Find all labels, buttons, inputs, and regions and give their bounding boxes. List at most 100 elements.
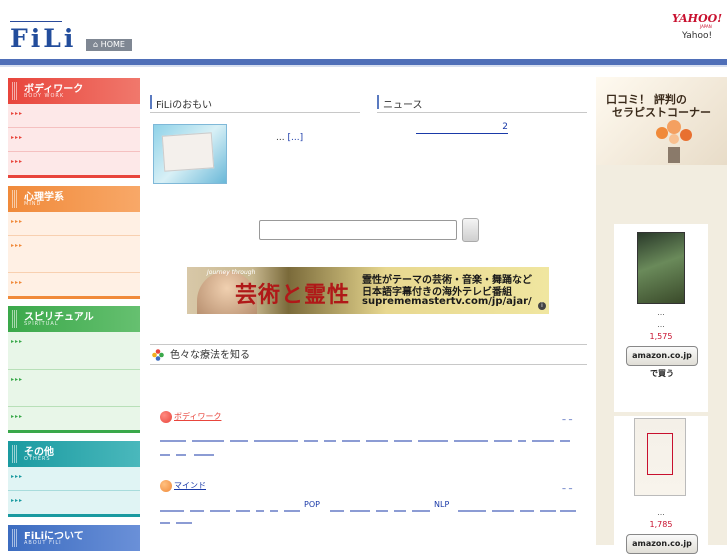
book-price-2: 1,785 xyxy=(649,520,673,529)
heading-bar xyxy=(150,95,152,109)
nav-item-others-2[interactable]: ▸▸▸ xyxy=(8,491,140,514)
home-icon: ⌂ xyxy=(93,40,99,49)
nav-head-sub: BODY WORK xyxy=(24,93,65,99)
nav-head-sub: SPIRITUAL xyxy=(24,321,59,327)
therapist-corner-banner[interactable]: 口コミ！ 評判の セラピストコーナー xyxy=(596,77,727,165)
nav-head-about[interactable]: FiLiについて ABOUT FILI xyxy=(8,525,140,551)
omoi-heading: FiLiのおもい xyxy=(150,95,360,111)
book-title-1[interactable]: ... xyxy=(614,308,708,317)
nav-item-spiritual-2[interactable]: ▸▸▸ xyxy=(8,370,140,406)
nav-arrow: ▸▸▸ xyxy=(11,158,24,165)
category-label: ボディワーク xyxy=(174,412,222,421)
nav-arrow: ▸▸▸ xyxy=(11,497,24,504)
banner-headline: 芸術と霊性 xyxy=(235,283,351,308)
banner-tag: Journey through xyxy=(207,269,256,276)
nav-item-mind-1[interactable]: ▸▸▸ xyxy=(8,212,140,235)
nav-head-others[interactable]: その他 OTHERS xyxy=(8,441,140,467)
logo-rule xyxy=(10,21,62,22)
nav-arrow: ▸▸▸ xyxy=(11,218,24,225)
book-card-2: ... 1,785 amazon.co.jp xyxy=(614,416,708,554)
yahoo-logo[interactable]: YAHOO! xyxy=(672,13,722,24)
nav-head-body-work[interactable]: ボディワーク BODY WORK xyxy=(8,78,140,104)
nav-head-sub: OTHERS xyxy=(24,456,51,462)
nav-arrow: ▸▸▸ xyxy=(11,134,24,141)
nav-head-sub: MIND xyxy=(24,201,42,207)
circle-icon xyxy=(160,411,172,423)
book-cover-2[interactable] xyxy=(634,418,686,496)
category-more-link[interactable]: – – xyxy=(562,484,573,493)
nav-head-mind[interactable]: 心理学系 MIND xyxy=(8,186,140,212)
heading-rule xyxy=(150,112,360,113)
nav-item-body-work-3[interactable]: ▸▸▸ xyxy=(8,152,140,175)
heading-bar xyxy=(377,95,379,109)
grip-icon xyxy=(12,529,18,547)
nav-arrow: ▸▸▸ xyxy=(11,338,24,345)
yahoo-link[interactable]: Yahoo! xyxy=(682,31,712,41)
nav-item-body-work-1[interactable]: ▸▸▸ xyxy=(8,104,140,127)
nav-item-spiritual-3[interactable]: ▸▸▸ xyxy=(8,407,140,430)
site-logo[interactable]: FiLi xyxy=(10,25,76,53)
omoi-thumbnail-card xyxy=(161,132,215,172)
omoi-title: FiLiのおもい xyxy=(156,100,212,111)
book-card-1: ... ... 1,575 amazon.co.jp で買う xyxy=(614,224,708,412)
grip-icon xyxy=(12,82,18,100)
nav-arrow: ▸▸▸ xyxy=(11,413,24,420)
ad-banner[interactable]: Journey through 芸術と霊性 霊性がテーマの芸術・音楽・舞踊など … xyxy=(187,267,549,314)
header-bar-shadow xyxy=(0,65,727,67)
divider xyxy=(8,514,140,517)
news-title: ニュース xyxy=(383,100,423,111)
nav-arrow: ▸▸▸ xyxy=(11,242,24,249)
amazon-buy-button-2[interactable]: amazon.co.jp xyxy=(626,534,698,554)
divider xyxy=(8,175,140,178)
tag-link-underlines[interactable] xyxy=(160,500,580,526)
tag-link-list-mind: POP NLP xyxy=(160,500,580,526)
grip-icon xyxy=(12,310,18,328)
category-label: マインド xyxy=(174,481,206,490)
banner-url: suprememastertv.com/jp/ajar/ xyxy=(362,296,532,307)
book-cover-title-frame xyxy=(647,433,673,475)
nav-arrow: ▸▸▸ xyxy=(11,473,24,480)
nav-item-others-1[interactable]: ▸▸▸ xyxy=(8,467,140,490)
nav-item-mind-3[interactable]: ▸▸▸ xyxy=(8,273,140,296)
flower-vase-icon xyxy=(656,120,692,163)
nav-item-mind-2[interactable]: ▸▸▸ xyxy=(8,236,140,272)
therapy-rule-top xyxy=(150,344,587,345)
book-cover-1[interactable] xyxy=(637,232,685,304)
nav-item-spiritual-1[interactable]: ▸▸▸ xyxy=(8,332,140,369)
info-icon[interactable]: i xyxy=(538,302,546,310)
grip-icon xyxy=(12,445,18,463)
category-more-link[interactable]: – – xyxy=(562,415,573,424)
nav-arrow: ▸▸▸ xyxy=(11,279,24,286)
more-prefix: ... xyxy=(276,133,285,143)
book-title-2[interactable]: ... xyxy=(614,508,708,517)
tag-link-nlp[interactable]: NLP xyxy=(434,500,449,509)
home-button[interactable]: ⌂ HOME xyxy=(86,39,132,51)
news-link[interactable]: 2 xyxy=(416,122,508,134)
nav-arrow: ▸▸▸ xyxy=(11,110,24,117)
divider xyxy=(8,296,140,299)
nav-head-spiritual[interactable]: スピリチュアル SPIRITUAL xyxy=(8,306,140,332)
book-author-1: ... xyxy=(657,320,665,329)
heading-rule xyxy=(377,112,587,113)
news-heading: ニュース xyxy=(377,95,587,111)
home-button-label: HOME xyxy=(100,40,125,49)
omoi-more: ... [...] xyxy=(276,133,303,143)
circle-icon xyxy=(160,480,172,492)
tag-link-list-body-work xyxy=(160,432,576,458)
book-price-1: 1,575 xyxy=(649,332,673,341)
therapist-line-2: セラピストコーナー xyxy=(612,106,711,119)
search-button[interactable] xyxy=(462,218,479,242)
flower-icon xyxy=(152,349,164,361)
yahoo-logo-sub: JAPAN xyxy=(700,24,712,29)
nav-head-sub: ABOUT FILI xyxy=(24,540,62,546)
divider xyxy=(8,430,140,433)
search-input[interactable] xyxy=(259,220,457,240)
more-link[interactable]: [...] xyxy=(287,133,303,143)
nav-item-body-work-2[interactable]: ▸▸▸ xyxy=(8,128,140,151)
nav-arrow: ▸▸▸ xyxy=(11,376,24,383)
amazon-buy-button-1[interactable]: amazon.co.jp で買う xyxy=(626,346,698,378)
tag-link-underlines[interactable] xyxy=(160,432,576,458)
therapy-rule-bottom xyxy=(150,364,587,365)
tag-link-pop[interactable]: POP xyxy=(304,500,320,509)
grip-icon xyxy=(12,190,18,208)
